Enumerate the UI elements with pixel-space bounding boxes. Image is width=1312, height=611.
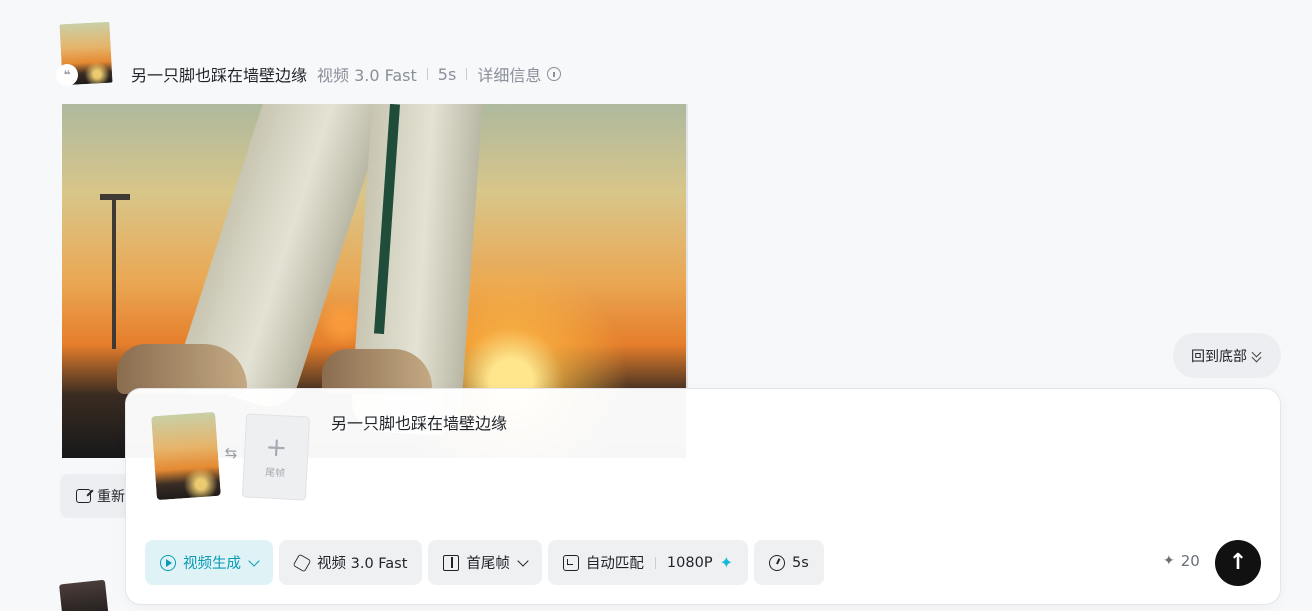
- aspect-ratio-icon: [562, 554, 579, 571]
- quote-icon: ❝: [56, 64, 78, 86]
- plus-icon: +: [264, 431, 289, 464]
- credits-value: 20: [1180, 552, 1200, 570]
- details-link[interactable]: 详细信息: [477, 62, 541, 86]
- last-frame-label: 尾帧: [264, 466, 286, 479]
- frames-icon: [443, 554, 460, 571]
- frame-mode-select[interactable]: 首尾帧: [428, 540, 542, 585]
- first-frame-thumbnail[interactable]: [151, 411, 221, 501]
- composer-toolbar: 视频生成 视频 3.0 Fast 首尾帧 自动匹配 1080P ✦ 5s: [145, 540, 824, 585]
- credits-cost: ✦ 20: [1163, 552, 1200, 570]
- duration-select[interactable]: 5s: [753, 540, 824, 585]
- ratio-resolution-select[interactable]: 自动匹配 1080P ✦: [547, 540, 748, 585]
- prompt-input[interactable]: 另一只脚也踩在墙壁边缘: [331, 410, 507, 434]
- last-frame-upload[interactable]: + 尾帧: [241, 413, 311, 501]
- arrow-up-icon: ↑: [1228, 550, 1248, 575]
- frame-mode-label: 首尾帧: [466, 556, 510, 572]
- sparkle-icon: ✦: [1163, 553, 1175, 569]
- history-prompt: 另一只脚也踩在墙壁边缘: [131, 66, 308, 85]
- cube-icon: [292, 553, 312, 572]
- model-select[interactable]: 视频 3.0 Fast: [279, 540, 423, 585]
- video-generate-icon: [160, 554, 176, 571]
- scroll-to-bottom-button[interactable]: 回到底部: [1173, 333, 1281, 378]
- composer-panel: ⇆ + 尾帧 另一只脚也踩在墙壁边缘 视频生成 视频 3.0 Fast 首尾帧 …: [125, 388, 1281, 605]
- divider: [466, 68, 468, 80]
- mode-select[interactable]: 视频生成: [145, 540, 273, 585]
- regenerate-label: 重新: [97, 489, 125, 505]
- history-model: 视频 3.0 Fast: [317, 66, 417, 85]
- sparkle-icon: ✦: [719, 553, 733, 572]
- history-duration: 5s: [437, 64, 457, 84]
- double-chevron-down-icon: [1251, 350, 1263, 362]
- divider: [654, 556, 656, 569]
- duration-label: 5s: [791, 554, 809, 571]
- resolution-label: 1080P: [666, 554, 713, 571]
- divider: [426, 68, 428, 80]
- history-header: 另一只脚也踩在墙壁边缘 视频 3.0 Fast 5s 详细信息: [131, 62, 562, 86]
- next-history-thumbnail[interactable]: [59, 579, 109, 611]
- model-label: 视频 3.0 Fast: [317, 556, 408, 572]
- send-button[interactable]: ↑: [1215, 540, 1261, 586]
- info-icon[interactable]: [547, 67, 562, 81]
- mode-label: 视频生成: [183, 556, 241, 572]
- swap-icon[interactable]: ⇆: [222, 445, 240, 461]
- scroll-to-bottom-label: 回到底部: [1191, 348, 1247, 365]
- chevron-down-icon: [248, 554, 260, 567]
- ratio-label: 自动匹配: [585, 556, 644, 572]
- clock-icon: [768, 554, 785, 571]
- chevron-down-icon: [517, 554, 529, 567]
- edit-icon: [76, 489, 91, 503]
